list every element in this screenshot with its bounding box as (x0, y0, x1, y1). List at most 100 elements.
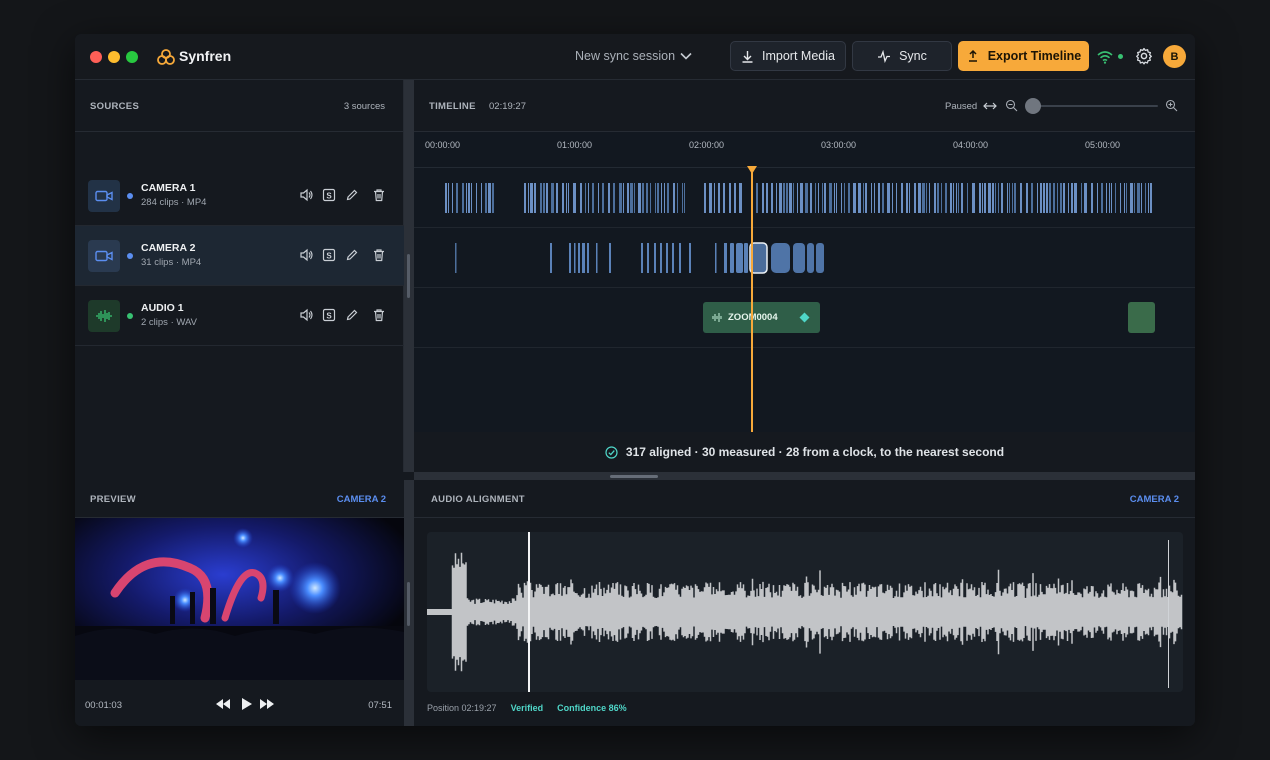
splitter-grip[interactable] (610, 475, 658, 478)
clip[interactable] (1012, 183, 1013, 213)
clip[interactable] (488, 183, 491, 213)
chevron-down-icon[interactable] (679, 49, 693, 63)
clip[interactable] (667, 183, 669, 213)
clip[interactable] (1063, 183, 1065, 213)
preview-source[interactable]: CAMERA 2 (337, 494, 386, 505)
clip[interactable] (967, 183, 968, 213)
clip[interactable] (853, 183, 856, 213)
clip[interactable] (684, 183, 685, 213)
trash-icon[interactable] (372, 188, 386, 202)
clip[interactable] (664, 183, 665, 213)
clip[interactable] (909, 183, 910, 213)
clip[interactable] (1001, 183, 1003, 213)
clip[interactable] (1097, 183, 1098, 213)
clip[interactable] (1020, 183, 1022, 213)
clip[interactable] (1124, 183, 1125, 213)
clip[interactable] (829, 183, 832, 213)
clip[interactable] (1101, 183, 1103, 213)
clip[interactable] (462, 183, 464, 213)
clip[interactable] (1031, 183, 1033, 213)
solo-icon[interactable]: S (322, 308, 336, 322)
clip[interactable] (1074, 183, 1077, 213)
clip[interactable] (797, 183, 798, 213)
zoom-out-icon[interactable] (1005, 99, 1018, 112)
clip[interactable] (776, 183, 777, 213)
clip[interactable] (1060, 183, 1062, 213)
track-lane-audio-1[interactable]: ZOOM0004 (414, 288, 1195, 348)
sync-button[interactable]: Sync (852, 41, 952, 71)
clip[interactable] (1091, 183, 1093, 213)
clip[interactable] (530, 183, 533, 213)
clip[interactable] (1115, 183, 1116, 213)
clip[interactable] (988, 183, 991, 213)
clip[interactable] (608, 183, 610, 213)
clip[interactable] (756, 183, 758, 213)
clip[interactable] (810, 183, 812, 213)
clip[interactable] (1037, 183, 1038, 213)
clip[interactable] (863, 183, 864, 213)
gear-icon[interactable] (1135, 47, 1153, 65)
clip[interactable] (841, 183, 842, 213)
clip[interactable] (528, 183, 529, 213)
clip[interactable] (1145, 183, 1146, 213)
clip[interactable] (958, 183, 959, 213)
trash-icon[interactable] (372, 308, 386, 322)
clip[interactable] (1109, 183, 1110, 213)
clip[interactable] (1148, 183, 1149, 213)
clip[interactable] (739, 183, 742, 213)
clip[interactable] (650, 183, 651, 213)
clip[interactable] (815, 183, 816, 213)
rewind-icon[interactable] (215, 697, 231, 711)
clip[interactable] (926, 183, 927, 213)
clip[interactable] (634, 183, 635, 213)
clip[interactable] (619, 183, 622, 213)
clip[interactable] (914, 183, 916, 213)
edit-icon[interactable] (345, 308, 359, 322)
clip[interactable] (481, 183, 482, 213)
source-row-camera-2[interactable]: CAMERA 2 31 clips · MP4 S (75, 226, 404, 286)
clip[interactable] (1057, 183, 1058, 213)
session-selector[interactable]: New sync session (575, 49, 675, 63)
zoom-in-icon[interactable] (1165, 99, 1178, 112)
clip[interactable] (1081, 183, 1082, 213)
clip[interactable] (836, 183, 837, 213)
clip[interactable] (844, 183, 845, 213)
splitter-grip[interactable] (407, 582, 410, 626)
fast-forward-icon[interactable] (259, 697, 275, 711)
edit-icon[interactable] (345, 248, 359, 262)
track-lane-camera-2[interactable] (414, 228, 1195, 288)
clip[interactable] (1150, 183, 1152, 213)
clip[interactable] (1049, 183, 1051, 213)
playhead[interactable] (751, 168, 753, 432)
clip[interactable] (1106, 183, 1107, 213)
solo-icon[interactable]: S (322, 248, 336, 262)
fit-width-icon[interactable] (983, 100, 997, 112)
clip[interactable] (953, 183, 954, 213)
clip[interactable] (1141, 183, 1142, 213)
clip[interactable] (471, 183, 472, 213)
clip[interactable] (878, 183, 880, 213)
source-row-camera-1[interactable]: CAMERA 1 284 clips · MP4 S (75, 166, 404, 226)
clip[interactable] (998, 183, 999, 213)
clip[interactable] (779, 183, 782, 213)
clip[interactable] (805, 183, 808, 213)
clip[interactable] (882, 183, 884, 213)
clip[interactable] (822, 183, 823, 213)
zoom-slider-track[interactable] (1028, 105, 1158, 107)
camera-1-clips[interactable] (414, 168, 1195, 228)
zoom-slider-thumb[interactable] (1025, 98, 1041, 114)
alignment-source[interactable]: CAMERA 2 (1130, 494, 1179, 505)
clip[interactable] (602, 183, 604, 213)
clip[interactable] (638, 183, 641, 213)
clip[interactable] (485, 183, 487, 213)
clip[interactable] (858, 183, 861, 213)
clip[interactable] (1043, 183, 1045, 213)
clip[interactable] (476, 183, 477, 213)
clip[interactable] (1014, 183, 1016, 213)
clip[interactable] (918, 183, 921, 213)
clip[interactable] (704, 183, 706, 213)
clip[interactable] (786, 183, 788, 213)
trash-icon[interactable] (372, 248, 386, 262)
clip[interactable] (655, 183, 656, 213)
source-row-audio-1[interactable]: AUDIO 1 2 clips · WAV S (75, 286, 404, 346)
